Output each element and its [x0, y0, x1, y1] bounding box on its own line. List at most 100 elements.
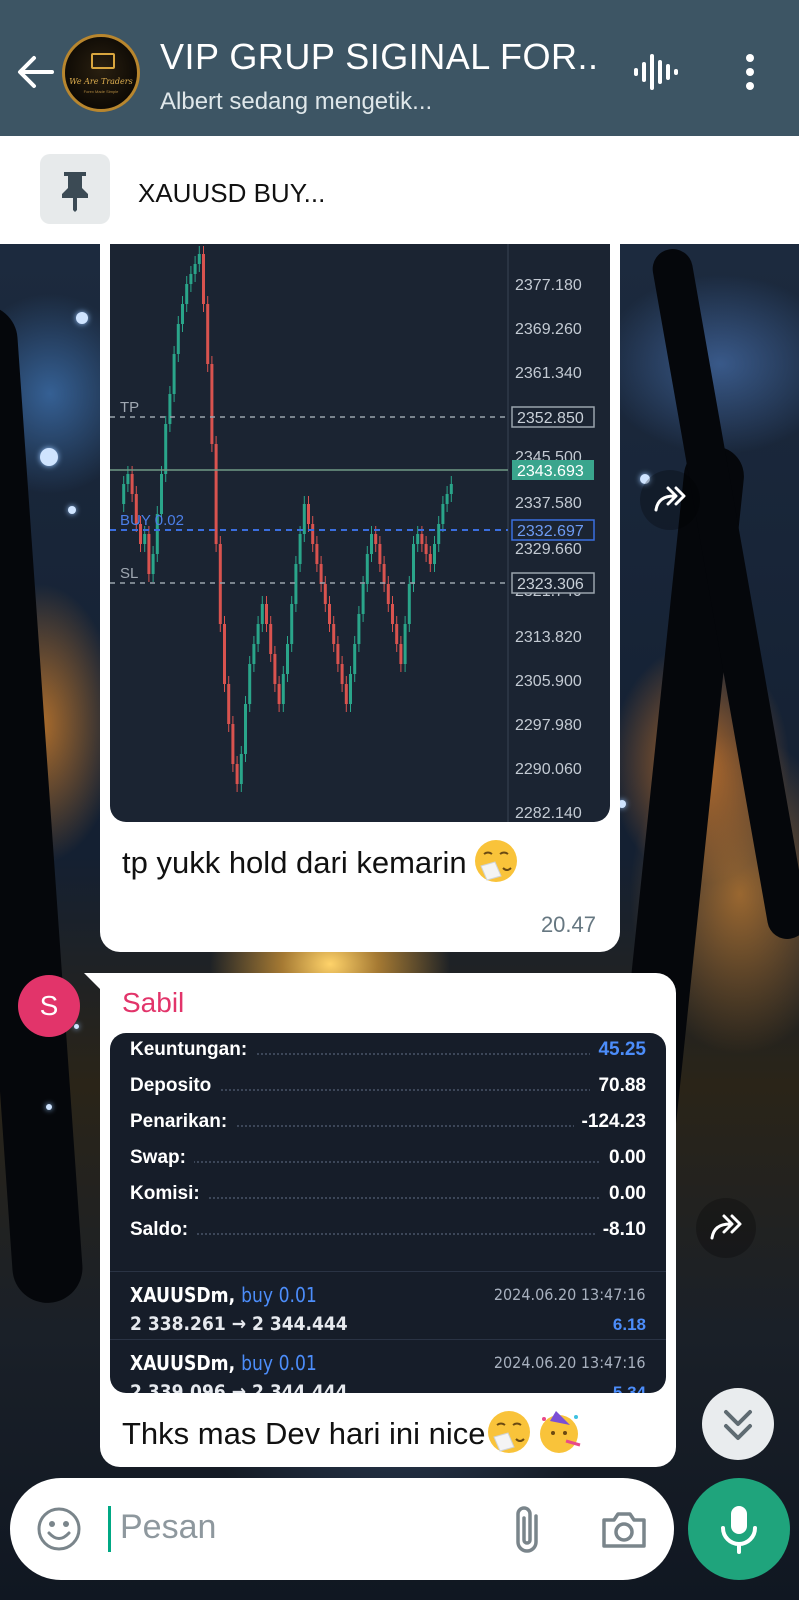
- emoji-icon[interactable]: [36, 1506, 82, 1552]
- candle-body: [181, 304, 184, 324]
- candle-body: [185, 284, 189, 304]
- candle-body: [265, 604, 268, 624]
- statement-row: Swap: 0.00: [130, 1147, 646, 1177]
- tp-price-tag: 2352.850: [517, 410, 584, 427]
- statement-label: Komisi:: [130, 1183, 208, 1205]
- candle-body: [412, 544, 415, 584]
- microphone-button[interactable]: [688, 1478, 790, 1580]
- sl-label: SL: [120, 565, 138, 582]
- trade-symbol-name: XAUUSDm,: [130, 1283, 236, 1307]
- pinned-text: XAUUSD BUY...: [138, 178, 326, 208]
- sneezing-face-emoji-icon: [473, 838, 519, 884]
- forward-icon: [710, 1214, 742, 1240]
- statement-label: Keuntungan:: [130, 1039, 256, 1061]
- more-vertical-icon[interactable]: [736, 50, 764, 94]
- candle-body: [277, 684, 281, 704]
- statement-row: Komisi: 0.00: [130, 1183, 646, 1213]
- trade-statement-image[interactable]: Keuntungan: 45.25 Deposito 70.88 Penarikan: -…: [110, 1033, 666, 1393]
- price-axis-label: 2297.980: [515, 717, 582, 734]
- statement-label: Saldo:: [130, 1219, 197, 1241]
- forward-button[interactable]: [696, 1198, 756, 1258]
- message-time: 20.47: [540, 912, 596, 937]
- candle-body: [197, 254, 201, 264]
- candle-body: [323, 584, 327, 604]
- dotted-leader: [130, 1161, 646, 1163]
- camera-icon[interactable]: [600, 1508, 648, 1550]
- candle-body: [391, 604, 394, 624]
- message-bubble-statement[interactable]: Sabil Keuntungan: 45.25 Deposito 70.88 Penar…: [100, 973, 676, 1467]
- trade-price: 2 338.261 → 2 344.444: [130, 1313, 348, 1335]
- message-text-content: Thks mas Dev hari ini nice: [122, 1416, 486, 1452]
- candle-body: [420, 534, 424, 544]
- buy-label: BUY 0.02: [120, 512, 184, 529]
- forward-icon: [654, 486, 686, 512]
- group-avatar[interactable]: We Are Traders Forex Made Simple: [62, 34, 140, 112]
- buy-price-tag: 2332.697: [517, 523, 584, 540]
- message-input-bar: Pesan: [10, 1478, 674, 1580]
- candle-body: [176, 324, 180, 354]
- candle-body: [269, 624, 273, 654]
- candle-body: [151, 554, 155, 574]
- candle-body: [286, 644, 289, 674]
- sender-name[interactable]: Sabil: [122, 987, 184, 1019]
- candle-body: [340, 664, 344, 684]
- chart-screenshot-image[interactable]: 2377.180 2369.260 2361.340 2345.500 2337.580…: [110, 244, 610, 822]
- candle-body: [428, 554, 432, 564]
- candle-body: [328, 604, 331, 624]
- candle-body: [193, 264, 197, 274]
- candle-body: [227, 684, 231, 724]
- back-arrow-icon[interactable]: [14, 50, 58, 94]
- candle-body: [273, 654, 277, 684]
- candle-body: [172, 354, 176, 394]
- candle-body: [160, 474, 163, 514]
- candle-body: [403, 624, 407, 664]
- candle-body: [382, 564, 386, 584]
- message-input[interactable]: Pesan: [120, 1508, 216, 1547]
- price-axis-label: 2305.900: [515, 673, 582, 690]
- candle-body: [319, 564, 323, 584]
- statement-row: Deposito 70.88: [130, 1075, 646, 1105]
- paperclip-icon[interactable]: [508, 1502, 548, 1556]
- statement-value: -124.23: [573, 1111, 646, 1133]
- candle-body: [399, 644, 403, 664]
- text-cursor: [108, 1506, 111, 1552]
- scroll-down-button[interactable]: [702, 1388, 774, 1460]
- chat-header: We Are Traders Forex Made Simple VIP GRU…: [0, 0, 799, 136]
- avatar-logo-text: We Are Traders: [69, 77, 133, 86]
- candle-body: [424, 544, 428, 554]
- candle-body: [445, 494, 449, 504]
- candle-body: [437, 524, 441, 544]
- price-axis-label: 2377.180: [515, 277, 582, 294]
- message-bubble-chart[interactable]: 2377.180 2369.260 2361.340 2345.500 2337.580…: [100, 244, 620, 952]
- trade-profit: 5.34: [612, 1383, 646, 1393]
- candle-body: [378, 544, 382, 564]
- candle-body: [168, 394, 172, 424]
- trade-row[interactable]: XAUUSDm, buy 0.01 2 338.261 → 2 344.444 20…: [130, 1283, 646, 1343]
- candle-body: [294, 564, 298, 604]
- sender-avatar[interactable]: S: [18, 975, 80, 1037]
- statement-row: Keuntungan: 45.25: [130, 1039, 646, 1069]
- trade-profit: 6.18: [612, 1315, 646, 1334]
- statement-row: Saldo: -8.10: [130, 1219, 646, 1249]
- price-axis-label: 2290.060: [515, 761, 582, 778]
- candle-body: [231, 724, 235, 764]
- forward-button[interactable]: [640, 470, 700, 530]
- candle-body: [239, 754, 243, 784]
- statement-value: -8.10: [594, 1219, 646, 1241]
- price-axis-label: 2313.820: [515, 629, 582, 646]
- candle-body: [143, 534, 147, 544]
- price-axis-label: 2337.580: [515, 495, 582, 512]
- chat-title[interactable]: VIP GRUP SIGINAL FOR...: [160, 36, 600, 78]
- candle-body: [349, 674, 352, 704]
- candle-body: [374, 534, 378, 544]
- statement-label: Penarikan:: [130, 1111, 236, 1133]
- trade-row[interactable]: XAUUSDm, buy 0.01 2 339.096 → 2 344.444 20…: [130, 1351, 646, 1393]
- pinned-message-bar[interactable]: XAUUSD BUY...: [0, 136, 799, 244]
- statement-value: 45.25: [590, 1039, 646, 1061]
- candle-body: [126, 474, 130, 484]
- candle-body: [449, 484, 453, 494]
- laptop-logo-icon: [91, 53, 115, 69]
- voice-chat-icon[interactable]: [632, 52, 678, 92]
- candle-body: [370, 534, 373, 554]
- candle-body: [252, 644, 256, 664]
